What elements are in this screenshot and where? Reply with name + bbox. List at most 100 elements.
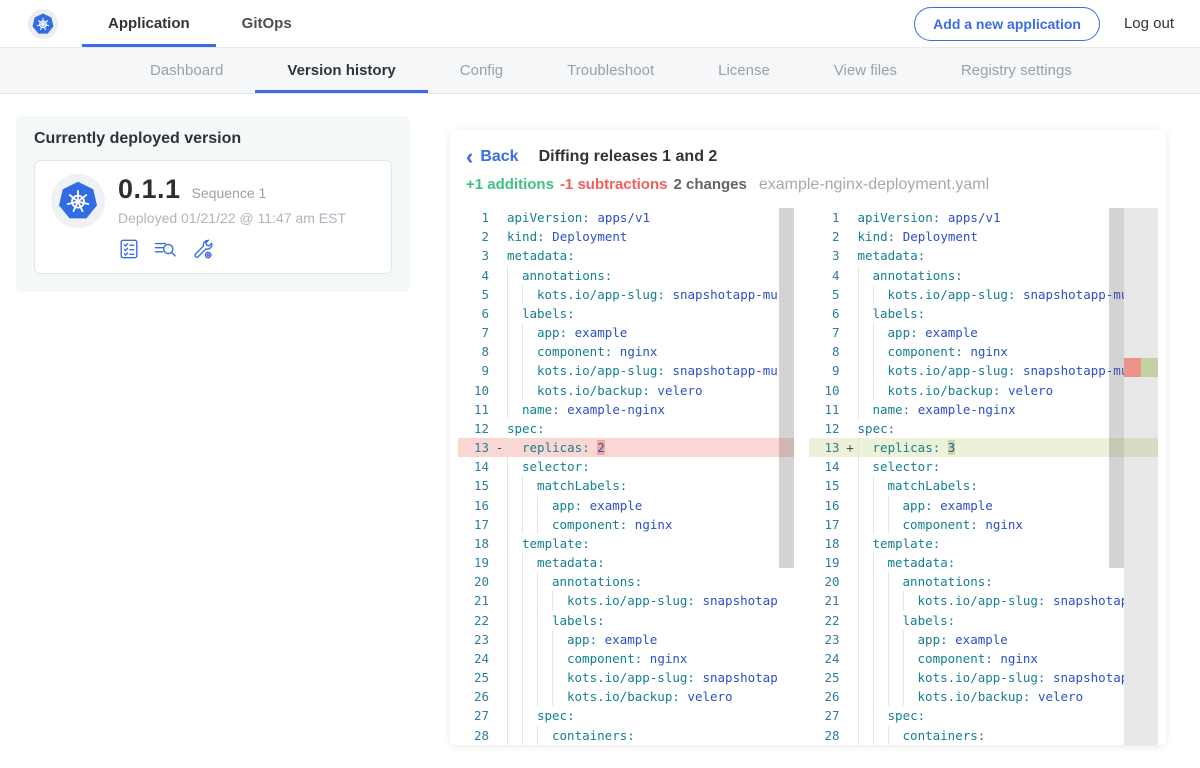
subnav-item-view-files[interactable]: View files	[802, 48, 929, 93]
deployed-version-tile: 0.1.1 Sequence 1 Deployed 01/21/22 @ 11:…	[34, 160, 392, 274]
subnav-item-dashboard[interactable]: Dashboard	[118, 48, 255, 93]
overview-ruler	[1124, 208, 1158, 745]
subnav-item-troubleshoot[interactable]: Troubleshoot	[535, 48, 686, 93]
kubernetes-logo-icon	[28, 9, 58, 39]
ruler-addition-mark	[1141, 358, 1158, 377]
logout-link[interactable]: Log out	[1124, 15, 1174, 32]
code-line: 8component: nginx	[458, 342, 794, 361]
code-line: 15matchLabels:	[809, 476, 1124, 495]
app-logo[interactable]	[28, 0, 58, 47]
code-line: 6labels:	[458, 304, 794, 323]
changes-count: 2 changes	[673, 176, 746, 193]
code-line: 25kots.io/app-slug: snapshotap	[458, 668, 794, 687]
code-line: 22labels:	[809, 611, 1124, 630]
code-line: 7app: example	[458, 323, 794, 342]
code-line: 9kots.io/app-slug: snapshotapp-mu	[458, 361, 794, 380]
code-line: 19metadata:	[809, 553, 1124, 572]
code-line: 13-replicas: 2	[458, 438, 794, 457]
additions-count: +1 additions	[466, 176, 554, 193]
code-line: 25kots.io/app-slug: snapshotap	[809, 668, 1124, 687]
code-line: 26kots.io/backup: velero	[458, 687, 794, 706]
diff-stats: +1 additions -1 subtractions 2 changes e…	[466, 176, 1158, 196]
code-line: 28containers:	[458, 726, 794, 745]
diff-panel-modified[interactable]: 1apiVersion: apps/v12kind: Deployment3me…	[809, 208, 1158, 745]
code-line: 6labels:	[809, 304, 1124, 323]
code-line: 7app: example	[809, 323, 1124, 342]
version-number: 0.1.1	[118, 174, 181, 205]
code-line: 10kots.io/backup: velero	[458, 381, 794, 400]
code-line: 15matchLabels:	[458, 476, 794, 495]
tab-application-label: Application	[108, 15, 190, 32]
edit-config-icon[interactable]	[191, 238, 214, 260]
ruler-deletion-mark	[1124, 358, 1141, 377]
subnav-item-registry-settings[interactable]: Registry settings	[929, 48, 1104, 93]
code-line: 16app: example	[458, 496, 794, 515]
diff-card: ‹ Back Diffing releases 1 and 2 +1 addit…	[450, 130, 1166, 745]
code-line: 19metadata:	[458, 553, 794, 572]
version-sequence: Sequence 1	[192, 185, 267, 201]
chevron-left-icon: ‹	[466, 149, 473, 165]
code-line: 21kots.io/app-slug: snapshotap	[458, 591, 794, 610]
currently-deployed-card: Currently deployed version 0.1.1	[16, 116, 410, 292]
code-line: 11name: example-nginx	[458, 400, 794, 419]
subnav-item-config[interactable]: Config	[428, 48, 535, 93]
version-actions	[118, 238, 346, 260]
code-line: 17component: nginx	[458, 515, 794, 534]
scrollbar-thumb[interactable]	[1109, 208, 1124, 568]
code-line: 23app: example	[809, 630, 1124, 649]
ruler-changed-line-mark	[1124, 438, 1158, 457]
code-line: 1apiVersion: apps/v1	[809, 208, 1124, 227]
deployed-card-title: Currently deployed version	[34, 130, 392, 148]
code-line: 9kots.io/app-slug: snapshotapp-mu	[809, 361, 1124, 380]
code-line: 4annotations:	[458, 266, 794, 285]
diff-filename: example-nginx-deployment.yaml	[759, 176, 989, 194]
code-line: 24component: nginx	[809, 649, 1124, 668]
tab-gitops[interactable]: GitOps	[216, 0, 318, 47]
code-line: 16app: example	[809, 496, 1124, 515]
code-line: 14selector:	[809, 457, 1124, 476]
subnav-label: Config	[460, 62, 503, 79]
code-line: 27spec:	[458, 706, 794, 725]
code-line: 5kots.io/app-slug: snapshotapp-mu	[458, 285, 794, 304]
diff-title: Diffing releases 1 and 2	[539, 148, 718, 166]
back-link[interactable]: ‹ Back	[466, 148, 519, 166]
deployed-timestamp: Deployed 01/21/22 @ 11:47 am EST	[118, 210, 346, 226]
code-line: 2kind: Deployment	[458, 227, 794, 246]
code-line: 26kots.io/backup: velero	[809, 687, 1124, 706]
subtractions-count: -1 subtractions	[560, 176, 668, 193]
code-line: 21kots.io/app-slug: snapshotap	[809, 591, 1124, 610]
code-line: 11name: example-nginx	[809, 400, 1124, 419]
subnav-label: Troubleshoot	[567, 62, 654, 79]
code-line: 1apiVersion: apps/v1	[458, 208, 794, 227]
subnav-item-version-history[interactable]: Version history	[255, 48, 427, 93]
subnav-label: Dashboard	[150, 62, 223, 79]
topnav-right: Add a new application Log out	[914, 0, 1174, 47]
checklist-icon[interactable]	[118, 238, 140, 260]
subnav-item-license[interactable]: License	[686, 48, 802, 93]
code-line: 22labels:	[458, 611, 794, 630]
scrollbar-thumb[interactable]	[779, 208, 794, 568]
code-line: 10kots.io/backup: velero	[809, 381, 1124, 400]
code-line: 3metadata:	[458, 246, 794, 265]
subnav-label: Version history	[287, 62, 395, 79]
code-line: 23app: example	[458, 630, 794, 649]
code-line: 2kind: Deployment	[809, 227, 1124, 246]
subnav-label: View files	[834, 62, 897, 79]
code-line: 4annotations:	[809, 266, 1124, 285]
top-nav: Application GitOps Add a new application…	[0, 0, 1200, 48]
code-line: 17component: nginx	[809, 515, 1124, 534]
code-line: 5kots.io/app-slug: snapshotapp-mu	[809, 285, 1124, 304]
add-application-button[interactable]: Add a new application	[914, 7, 1100, 41]
code-line: 8component: nginx	[809, 342, 1124, 361]
code-line: 12spec:	[809, 419, 1124, 438]
diff-right-code: 1apiVersion: apps/v12kind: Deployment3me…	[809, 208, 1124, 745]
subnav-label: Registry settings	[961, 62, 1072, 79]
view-logs-icon[interactable]	[153, 238, 178, 260]
tab-gitops-label: GitOps	[242, 15, 292, 32]
code-line: 20annotations:	[809, 572, 1124, 591]
code-line: 18template:	[809, 534, 1124, 553]
code-line: 12spec:	[458, 419, 794, 438]
diff-left-code: 1apiVersion: apps/v12kind: Deployment3me…	[458, 208, 794, 745]
diff-panel-original[interactable]: 1apiVersion: apps/v12kind: Deployment3me…	[458, 208, 794, 745]
tab-application[interactable]: Application	[82, 0, 216, 47]
